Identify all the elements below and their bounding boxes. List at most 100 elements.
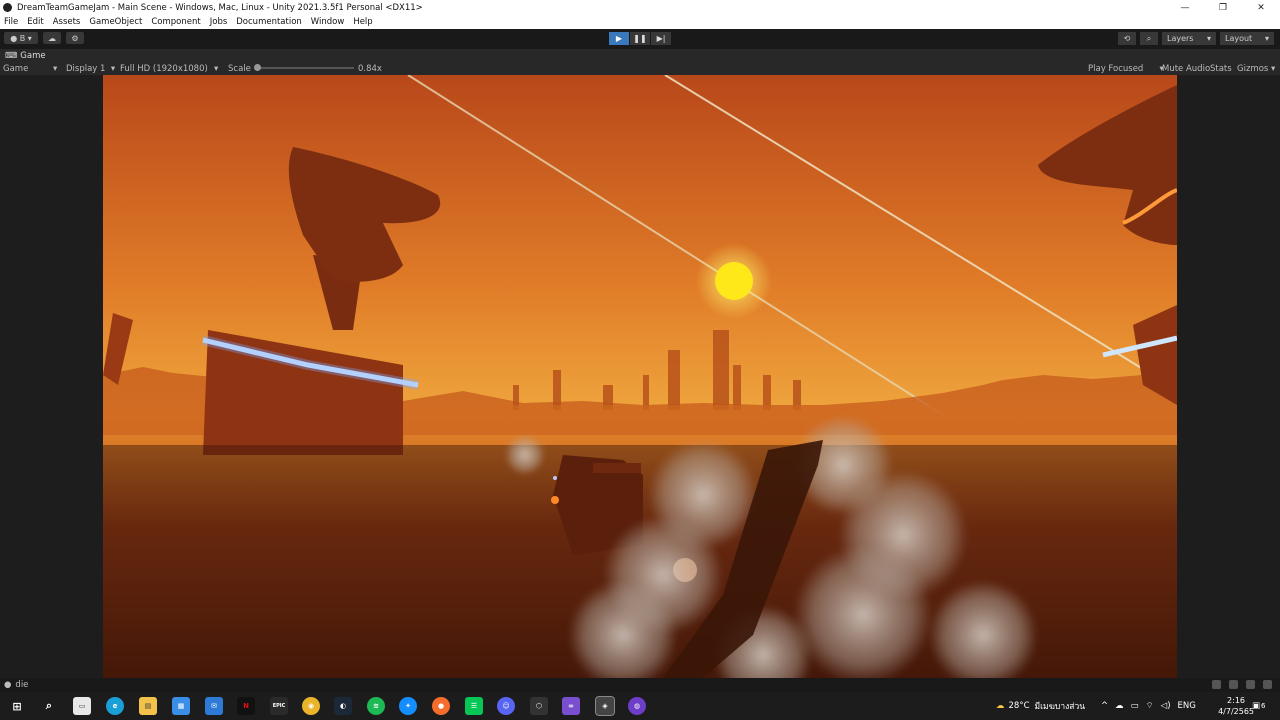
mode-chevron-icon: ▾: [53, 64, 58, 74]
play-focused-dropdown[interactable]: Play Focused ▾: [1088, 64, 1164, 74]
discord-icon[interactable]: ☺: [497, 697, 515, 715]
game-view[interactable]: [103, 75, 1177, 678]
play-focused-label: Play Focused: [1088, 64, 1144, 74]
epic-icon[interactable]: EPIC: [270, 697, 288, 715]
display-dropdown[interactable]: Display 1 ▾: [66, 64, 115, 74]
history-button[interactable]: ⟲: [1118, 32, 1136, 45]
info-icon: ●: [4, 680, 12, 690]
weather-desc: มีเมฆบางส่วน: [1034, 702, 1086, 712]
ship-deck: [593, 463, 641, 473]
windows-icon: ⊞: [12, 699, 22, 713]
taskview-icon[interactable]: ▭: [73, 697, 91, 715]
search-icon[interactable]: ⌕: [40, 697, 58, 715]
cloud-icon: ☁: [48, 33, 56, 43]
resolution-dropdown[interactable]: Full HD (1920x1080): [120, 64, 208, 74]
mode-dropdown[interactable]: Game: [3, 64, 28, 74]
chevron-up-icon[interactable]: ^: [1101, 701, 1108, 711]
notification-count: 6: [1261, 702, 1266, 710]
status-bar: ● die: [0, 678, 1280, 692]
layers-dropdown[interactable]: Layers ▾: [1162, 32, 1216, 45]
cloud-icon[interactable]: ☁: [1115, 701, 1124, 711]
edge-icon[interactable]: e: [106, 697, 124, 715]
gizmos-dropdown[interactable]: Gizmos ▾: [1237, 64, 1275, 74]
netflix-icon[interactable]: N: [237, 697, 255, 715]
unity-icon[interactable]: ◈: [595, 696, 615, 716]
menu-jobs[interactable]: Jobs: [210, 17, 228, 27]
chevron-down-icon: ▾: [1206, 34, 1211, 43]
mute-audio-toggle[interactable]: Mute Audio: [1162, 64, 1210, 74]
wifi-icon[interactable]: ⌔: [1146, 701, 1154, 711]
network-icon[interactable]: [1229, 680, 1238, 689]
store-icon[interactable]: ▦: [172, 697, 190, 715]
github-icon[interactable]: ◍: [628, 697, 646, 715]
scale-slider-track[interactable]: [258, 67, 354, 69]
scale-label: Scale: [228, 64, 251, 74]
search-icon: ⌕: [1146, 33, 1152, 43]
mail-icon[interactable]: ✉: [205, 697, 223, 715]
play-button[interactable]: ▶: [609, 32, 629, 45]
volume-icon[interactable]: ◁): [1161, 701, 1171, 711]
unity-app-icon: [3, 3, 12, 12]
title-bar: DreamTeamGameJam - Main Scene - Windows,…: [0, 0, 1280, 15]
weather-widget[interactable]: ☁ 28°C มีเมฆบางส่วน: [996, 692, 1085, 720]
spotify-icon[interactable]: ≋: [367, 697, 385, 715]
minimize-button[interactable]: —: [1166, 0, 1204, 15]
battlenet-icon[interactable]: ✦: [399, 697, 417, 715]
display-icon[interactable]: ▭: [1131, 701, 1139, 711]
pause-button[interactable]: ❚❚: [630, 32, 650, 45]
cloud-button[interactable]: ☁: [43, 32, 61, 44]
engine-light: [551, 496, 559, 504]
tab-game-label: Game: [20, 50, 46, 61]
gizmos-label: Gizmos: [1237, 64, 1269, 74]
restore-button[interactable]: ❐: [1204, 0, 1242, 15]
collab-status-icon[interactable]: [1263, 680, 1272, 689]
menu-assets[interactable]: Assets: [53, 17, 81, 27]
chrome-icon[interactable]: ◉: [302, 697, 320, 715]
steam-icon[interactable]: ◐: [334, 697, 352, 715]
layout-label: Layout: [1225, 34, 1253, 43]
debug-icon[interactable]: [1246, 680, 1255, 689]
step-button[interactable]: ▶|: [651, 32, 671, 45]
clock-time: 2:16: [1227, 696, 1246, 705]
status-message[interactable]: die: [15, 680, 28, 690]
game-scene: [103, 75, 1177, 678]
progress-icon[interactable]: [1212, 680, 1221, 689]
tab-game[interactable]: ⌨ Game: [5, 51, 46, 61]
layout-dropdown[interactable]: Layout ▾: [1220, 32, 1274, 45]
resolution-label: Full HD (1920x1080): [120, 64, 208, 74]
scale-slider-handle[interactable]: [254, 64, 261, 71]
sun: [715, 262, 753, 300]
collab-button[interactable]: ⚙: [66, 32, 84, 44]
menu-edit[interactable]: Edit: [27, 17, 43, 27]
visualstudio-icon[interactable]: ∞: [562, 697, 580, 715]
marker-light: [553, 476, 557, 480]
account-button[interactable]: ● B ▾: [4, 32, 38, 44]
menu-documentation[interactable]: Documentation: [236, 17, 302, 27]
line-icon[interactable]: ☰: [465, 697, 483, 715]
mode-label: Game: [3, 64, 29, 74]
clock[interactable]: 2:16 4/7/2565: [1218, 695, 1254, 717]
stats-toggle[interactable]: Stats: [1210, 64, 1232, 74]
chevron-down-icon: ▾: [1264, 34, 1269, 43]
account-label: B: [19, 33, 26, 43]
display-label: Display 1: [66, 64, 106, 74]
window-title: DreamTeamGameJam - Main Scene - Windows,…: [17, 2, 423, 13]
menu-gameobject[interactable]: GameObject: [89, 17, 142, 27]
tab-bar: ⌨ Game: [0, 49, 1280, 62]
weather-icon: ☁: [996, 701, 1005, 711]
resolution-chevron-icon: ▾: [214, 64, 219, 74]
close-button[interactable]: ✕: [1242, 0, 1280, 15]
origin-icon[interactable]: ●: [432, 697, 450, 715]
menu-window[interactable]: Window: [311, 17, 345, 27]
menu-help[interactable]: Help: [353, 17, 372, 27]
clock-date: 4/7/2565: [1218, 707, 1254, 716]
notification-button[interactable]: ▣ 6: [1252, 692, 1266, 720]
search-button[interactable]: ⌕: [1140, 32, 1158, 45]
menu-component[interactable]: Component: [151, 17, 200, 27]
history-icon: ⟲: [1123, 34, 1131, 43]
menu-file[interactable]: File: [4, 17, 18, 27]
explorer-icon[interactable]: ▤: [139, 697, 157, 715]
language-indicator[interactable]: ENG: [1178, 701, 1196, 711]
unity-hub-icon[interactable]: ⬡: [530, 697, 548, 715]
start-button[interactable]: ⊞: [8, 697, 26, 715]
